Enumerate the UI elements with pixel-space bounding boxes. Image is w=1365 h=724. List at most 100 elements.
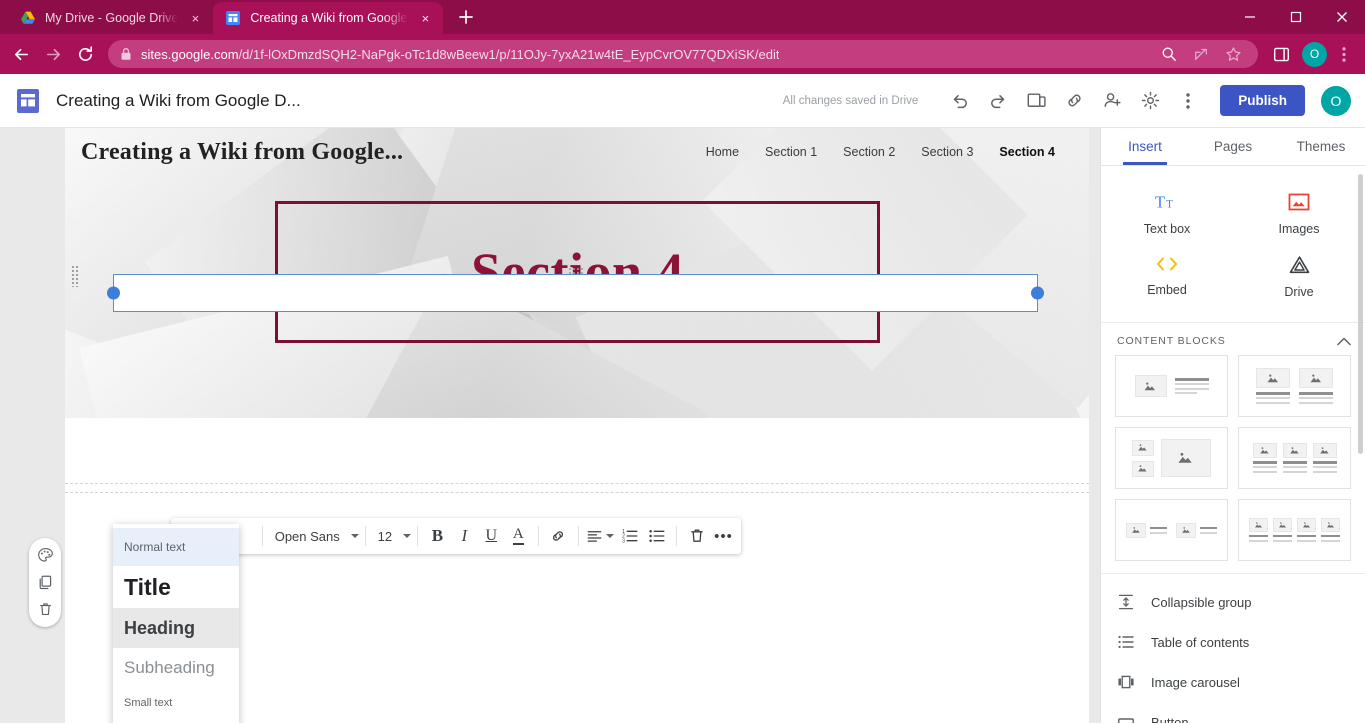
selected-text-box[interactable] <box>107 267 1044 312</box>
style-menu-item-normal-text[interactable]: Normal text <box>113 528 239 566</box>
palette-icon[interactable] <box>30 542 60 569</box>
block-two-image-text-pairs[interactable] <box>1115 499 1228 561</box>
style-label: Normal text <box>124 540 186 554</box>
publish-button[interactable]: Publish <box>1220 85 1305 116</box>
side-panel-icon[interactable] <box>1266 39 1296 69</box>
insert-label: Embed <box>1147 283 1187 297</box>
italic-button[interactable]: I <box>451 521 478 551</box>
underline-label: U <box>485 527 498 544</box>
block-small-images-large-image[interactable] <box>1115 427 1228 489</box>
account-avatar[interactable]: O <box>1321 85 1351 116</box>
bulleted-list-button[interactable] <box>643 521 670 551</box>
chevron-down-icon <box>606 534 615 538</box>
block-image-placeholder <box>1282 443 1307 459</box>
style-menu-item-title[interactable]: Title <box>113 566 239 608</box>
app-header: Creating a Wiki from Google D... All cha… <box>0 74 1365 128</box>
tab-close-icon[interactable]: × <box>417 10 433 26</box>
link-icon[interactable] <box>1056 83 1092 119</box>
block-two-images-with-text[interactable] <box>1238 355 1351 417</box>
content-blocks-header[interactable]: CONTENT BLOCKS <box>1101 323 1365 353</box>
link-button[interactable] <box>545 521 572 551</box>
style-menu-item-heading[interactable]: Heading <box>113 608 239 648</box>
tab-insert[interactable]: Insert <box>1101 128 1189 165</box>
tab-close-icon[interactable]: × <box>187 10 203 26</box>
block-four-images-with-text[interactable] <box>1238 499 1351 561</box>
block-three-images-with-text[interactable] <box>1238 427 1351 489</box>
panel-scrollbar[interactable] <box>1358 174 1363 454</box>
site-nav-section-3[interactable]: Section 3 <box>921 145 973 159</box>
italic-label: I <box>461 526 468 545</box>
google-sites-logo[interactable] <box>14 87 42 115</box>
back-arrow-icon[interactable] <box>6 39 36 69</box>
more-button[interactable]: ••• <box>710 521 737 551</box>
block-image-left-text-right[interactable] <box>1115 355 1228 417</box>
bold-button[interactable]: B <box>424 521 451 551</box>
insert-panel: Insert Pages Themes T T Text box Images … <box>1100 128 1365 723</box>
resize-handle-left[interactable] <box>107 286 120 300</box>
style-label: Heading <box>124 617 196 638</box>
add-person-icon[interactable] <box>1094 83 1130 119</box>
kebab-menu-icon[interactable] <box>1329 39 1359 69</box>
trash-icon[interactable] <box>30 596 60 623</box>
section-drag-handle[interactable] <box>71 265 79 287</box>
insert-table-of-contents[interactable]: Table of contents <box>1101 622 1365 662</box>
browser-tab-my-drive[interactable]: My Drive - Google Drive × <box>8 2 213 34</box>
chevron-up-icon[interactable] <box>1337 337 1351 346</box>
text-color-button[interactable]: A <box>505 521 532 551</box>
share-icon[interactable] <box>1186 40 1216 68</box>
insert-actions: T T Text box Images Embed Drive <box>1101 166 1365 323</box>
maximize-icon[interactable] <box>1273 0 1319 34</box>
reload-icon[interactable] <box>70 39 100 69</box>
style-menu-item-small-text[interactable]: Small text <box>113 688 239 718</box>
new-tab-button[interactable] <box>452 3 480 31</box>
insert-collapsible-group[interactable]: Collapsible group <box>1101 582 1365 622</box>
resize-handle-right[interactable] <box>1031 286 1044 300</box>
browser-profile-avatar[interactable]: O <box>1302 41 1327 67</box>
insert-button[interactable]: Button <box>1101 702 1365 723</box>
style-label: Title <box>124 573 171 600</box>
site-nav-home[interactable]: Home <box>706 145 739 159</box>
font-size-dropdown[interactable]: 12 <box>372 521 412 551</box>
header-actions: All changes saved in Drive Publish O <box>783 83 1351 119</box>
insert-image-carousel[interactable]: Image carousel <box>1101 662 1365 702</box>
page-title[interactable]: Creating a Wiki from Google D... <box>56 91 301 111</box>
text-box-icon: T T <box>1154 191 1180 213</box>
toolbar-divider <box>364 526 366 546</box>
star-icon[interactable] <box>1218 40 1248 68</box>
style-menu-item-subheading[interactable]: Subheading <box>113 648 239 688</box>
close-icon[interactable] <box>1319 0 1365 34</box>
insert-drive[interactable]: Drive <box>1233 245 1365 308</box>
delete-button[interactable] <box>683 521 710 551</box>
preview-device-icon[interactable] <box>1018 83 1054 119</box>
site-title[interactable]: Creating a Wiki from Google... <box>81 139 403 166</box>
insert-embed[interactable]: Embed <box>1101 245 1233 308</box>
site-nav-section-2[interactable]: Section 2 <box>843 145 895 159</box>
browser-tab-creating-a-wiki[interactable]: Creating a Wiki from Google Doc × <box>213 2 444 34</box>
svg-text:T: T <box>1155 193 1165 212</box>
redo-icon[interactable] <box>980 83 1016 119</box>
kebab-menu-icon[interactable] <box>1170 83 1206 119</box>
site-nav-section-1[interactable]: Section 1 <box>765 145 817 159</box>
svg-text:T: T <box>1166 199 1173 211</box>
insert-text-box[interactable]: T T Text box <box>1101 182 1233 245</box>
block-text-lines <box>1299 392 1333 404</box>
undo-icon[interactable] <box>942 83 978 119</box>
font-family-dropdown[interactable]: Open Sans <box>269 521 359 551</box>
tab-pages[interactable]: Pages <box>1189 128 1277 165</box>
tab-label: Insert <box>1128 139 1162 154</box>
site-nav-section-4[interactable]: Section 4 <box>999 145 1055 159</box>
block-image-placeholder <box>1297 517 1316 532</box>
align-button[interactable] <box>584 521 616 551</box>
gear-icon[interactable] <box>1132 83 1168 119</box>
address-bar[interactable]: sites.google.com/d/1f-lOxDmzdSQH2-NaPgk-… <box>108 40 1258 68</box>
numbered-list-button[interactable]: 1 2 3 <box>616 521 643 551</box>
textbox-drag-handle[interactable] <box>567 267 584 274</box>
insert-images[interactable]: Images <box>1233 182 1365 245</box>
duplicate-icon[interactable] <box>30 569 60 596</box>
forward-arrow-icon[interactable] <box>38 39 68 69</box>
tab-themes[interactable]: Themes <box>1277 128 1365 165</box>
block-image-placeholder <box>1161 439 1211 477</box>
minimize-icon[interactable] <box>1227 0 1273 34</box>
underline-button[interactable]: U <box>478 521 505 551</box>
search-icon[interactable] <box>1154 40 1184 68</box>
